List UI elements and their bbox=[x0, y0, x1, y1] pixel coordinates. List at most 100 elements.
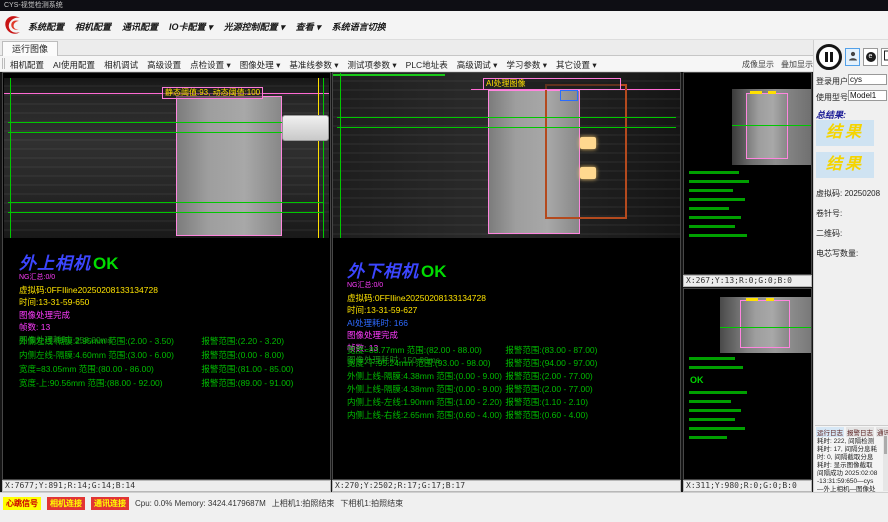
toolbar-grip[interactable] bbox=[2, 58, 5, 69]
measurement-value: 宽度-下:95.24mm 范围:(93.00 - 98.00) bbox=[347, 359, 503, 368]
tool-other-settings[interactable]: 其它设置 ▾ bbox=[556, 59, 597, 71]
toggle-imaging-display[interactable]: 成像显示 bbox=[742, 59, 774, 70]
toolbar-items: 相机配置 AI使用配置 相机调试 高级设置 点检设置 ▾ 图像处理 ▾ 基准线参… bbox=[10, 59, 597, 71]
toggle-overlay-display[interactable]: 叠加显示 bbox=[781, 59, 813, 70]
user-icon bbox=[848, 48, 858, 66]
lower-camera-status: 下相机1:拍照结束 bbox=[340, 498, 403, 509]
virtual-code-row: 虚拟码: 20250208 bbox=[816, 188, 880, 199]
alarm-range: 报警范围:(2.00 - 77.00) bbox=[505, 371, 592, 381]
measurement-value: 外侧左线-隔膜:2.95mm 范围:(2.00 - 3.50) bbox=[19, 337, 199, 346]
measurement-value: 宽度-上:90.56mm 范围:(88.00 - 92.00) bbox=[19, 379, 199, 388]
window-title: CYS-视觉检测系统 bbox=[0, 0, 888, 11]
tool-advanced-debug[interactable]: 高级调试 ▾ bbox=[457, 59, 498, 71]
tool-image-processing[interactable]: 图像处理 ▾ bbox=[240, 59, 281, 71]
menu-view[interactable]: 查看 ▾ bbox=[296, 20, 321, 33]
app-logo-icon bbox=[3, 14, 23, 37]
log-tab-alarm[interactable]: 报警日志 bbox=[846, 427, 874, 437]
connector-object bbox=[282, 115, 329, 141]
thumb-result-lines bbox=[689, 357, 749, 375]
tool-baseline-params[interactable]: 基准线参数 ▾ bbox=[289, 59, 338, 71]
tool-test-params[interactable]: 测试项参数 ▾ bbox=[348, 59, 397, 71]
measurement-value: 内侧左线-隔膜:4.60mm 范围:(3.00 - 6.00) bbox=[19, 351, 199, 360]
camera-panel-upper: 静态阈值:93, 动态阈值:100 外上相机OK NG汇总:0/0 虚拟码:0F… bbox=[2, 72, 331, 492]
menu-comm-config[interactable]: 通讯配置 bbox=[122, 20, 158, 33]
measure-line-3 bbox=[8, 202, 323, 203]
alarm-range: 报警范围:(0.00 - 8.00) bbox=[201, 350, 284, 360]
alarm-range: 报警范围:(2.00 - 77.00) bbox=[505, 384, 592, 394]
barcode-line: 虚拟码:0FFIline20250208133134728 bbox=[19, 286, 158, 295]
menu-items: 系统配置 相机配置 通讯配置 IO卡配置 ▾ 光源控制配置 ▾ 查看 ▾ 系统语… bbox=[28, 20, 386, 33]
camera-image-lower: AI处理图像 bbox=[333, 73, 680, 238]
camera-image-upper: 静态阈值:93, 动态阈值:100 bbox=[4, 78, 329, 238]
info-button[interactable]: e bbox=[863, 48, 878, 66]
status-bar-content: 心跳信号 相机连接 通讯连接 Cpu: 0.0% Memory: 3424.41… bbox=[3, 497, 403, 510]
camera-name-label: 外下相机 bbox=[347, 262, 419, 281]
tab-highlight-1 bbox=[580, 137, 596, 149]
measurement-row: 外侧左线-隔膜:2.95mm 范围:(2.00 - 3.50) 报警范围:(2.… bbox=[19, 337, 294, 346]
cell-write-count-label: 电芯写数量: bbox=[816, 248, 858, 259]
edge-line-yellow bbox=[318, 78, 319, 238]
alarm-range: 报警范围:(1.10 - 2.10) bbox=[505, 397, 588, 407]
needle-number-label: 卷针号: bbox=[816, 208, 842, 219]
login-user-label: 登录用户: bbox=[816, 77, 850, 86]
thumb-image-bottom bbox=[720, 297, 812, 353]
edge-line-left bbox=[340, 73, 341, 238]
frame-count-line: 帧数: 13 bbox=[19, 323, 158, 332]
camera-link-badge: 相机连接 bbox=[47, 497, 85, 510]
measurement-value: 宽度=83.77mm 范围:(82.00 - 88.00) bbox=[347, 346, 503, 355]
model-input[interactable] bbox=[848, 90, 887, 101]
user-login-button[interactable] bbox=[845, 48, 860, 66]
log-tabs: 运行日志 报警日志 通讯日志 bbox=[815, 426, 888, 437]
ai-time-line: AI处理耗时: 166 bbox=[347, 319, 486, 328]
tab-highlight-2 bbox=[580, 167, 596, 179]
camera-viewport-lower[interactable]: AI处理图像 外下相机OK NG汇总:0/0 虚拟码:0FFIline20250… bbox=[332, 72, 681, 480]
tool-camera-debug[interactable]: 相机调试 bbox=[104, 59, 138, 71]
exit-button[interactable] bbox=[881, 48, 888, 66]
alarm-range: 报警范围:(81.00 - 85.00) bbox=[201, 364, 293, 374]
result-display-2: 结果 bbox=[816, 152, 874, 178]
measurement-row: 外侧上线-隔膜:4.38mm 范围:(0.00 - 9.00) 报警范围:(2.… bbox=[347, 385, 598, 394]
thumb-label-dash bbox=[766, 298, 774, 301]
ai-score-box bbox=[560, 90, 578, 101]
measurement-value: 外侧上线-隔膜:4.38mm 范围:(0.00 - 9.00) bbox=[347, 385, 503, 394]
log-scrollbar[interactable] bbox=[883, 435, 888, 491]
camera-panel-lower: AI处理图像 外下相机OK NG汇总:0/0 虚拟码:0FFIline20250… bbox=[332, 72, 681, 492]
membrane-region bbox=[176, 96, 282, 236]
camera-viewport-upper[interactable]: 静态阈值:93, 动态阈值:100 外上相机OK NG汇总:0/0 虚拟码:0F… bbox=[2, 72, 331, 480]
status-ok-label: OK bbox=[421, 262, 447, 281]
thumb-status-ok: OK bbox=[690, 375, 704, 385]
pause-button[interactable] bbox=[816, 44, 842, 70]
menu-language-switch[interactable]: 系统语言切换 bbox=[332, 20, 386, 33]
tab-run-image[interactable]: 运行图像 bbox=[2, 41, 58, 56]
comm-link-badge: 通讯连接 bbox=[91, 497, 129, 510]
camera-name-label: 外上相机 bbox=[19, 254, 91, 273]
tool-plc-address-table[interactable]: PLC地址表 bbox=[406, 59, 448, 71]
thumb-label-dash bbox=[750, 91, 762, 94]
thumb-result-lines bbox=[689, 391, 749, 445]
process-done-line: 图像处理完成 bbox=[19, 311, 158, 320]
tool-learning-params[interactable]: 学习参数 ▾ bbox=[506, 59, 547, 71]
log-tab-run[interactable]: 运行日志 bbox=[816, 427, 844, 437]
heartbeat-badge: 心跳信号 bbox=[3, 497, 41, 510]
cpu-memory-readout: Cpu: 0.0% Memory: 3424.4179687M bbox=[135, 499, 266, 508]
measure-line-2 bbox=[8, 132, 323, 133]
menu-light-config[interactable]: 光源控制配置 ▾ bbox=[224, 20, 285, 33]
membrane-region bbox=[746, 93, 788, 159]
pixel-coordinate-readout: X:7677;Y:891;R:14;G:14;B:14 bbox=[2, 480, 331, 492]
thumb-viewport-top[interactable] bbox=[683, 72, 812, 275]
alarm-range: 报警范围:(83.00 - 87.00) bbox=[505, 345, 597, 355]
menu-system-config[interactable]: 系统配置 bbox=[28, 20, 64, 33]
menu-camera-config[interactable]: 相机配置 bbox=[75, 20, 111, 33]
tool-ai-usage-config[interactable]: AI使用配置 bbox=[53, 59, 95, 71]
status-ok-label: OK bbox=[93, 254, 119, 273]
toolbar: 相机配置 AI使用配置 相机调试 高级设置 点检设置 ▾ 图像处理 ▾ 基准线参… bbox=[0, 56, 888, 72]
tool-camera-config[interactable]: 相机配置 bbox=[10, 59, 44, 71]
thumb-panel-bottom: OK X:311;Y:980;R:0;G:0;B:0 bbox=[683, 288, 812, 492]
measure-line-1 bbox=[337, 117, 676, 118]
login-user-input[interactable] bbox=[848, 74, 887, 85]
tool-advanced-settings[interactable]: 高级设置 bbox=[147, 59, 181, 71]
alarm-range: 报警范围:(0.60 - 4.00) bbox=[505, 410, 588, 420]
tool-spotcheck-settings[interactable]: 点检设置 ▾ bbox=[190, 59, 231, 71]
thumb-viewport-bottom[interactable]: OK bbox=[683, 288, 812, 480]
menu-io-config[interactable]: IO卡配置 ▾ bbox=[169, 20, 213, 33]
